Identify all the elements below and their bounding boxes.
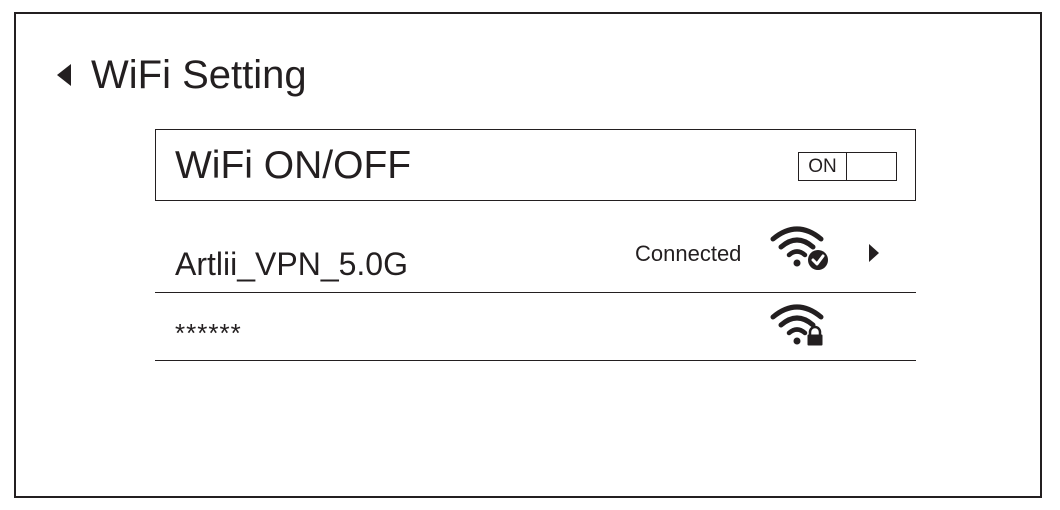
wifi-toggle-label: WiFi ON/OFF — [175, 144, 412, 187]
network-ssid: ****** — [175, 318, 242, 348]
back-arrow-icon — [55, 61, 77, 89]
wifi-connected-icon — [770, 224, 832, 270]
wifi-toggle-row: WiFi ON/OFF ON — [155, 129, 916, 201]
wifi-toggle-switch[interactable]: ON — [798, 152, 897, 181]
back-button[interactable]: WiFi Setting — [55, 50, 307, 100]
toggle-state-label: ON — [799, 153, 847, 180]
network-item-connected[interactable]: Artlii_VPN_5.0G Connected — [155, 222, 916, 293]
network-ssid: Artlii_VPN_5.0G — [175, 246, 408, 282]
wifi-locked-icon — [770, 302, 832, 348]
chevron-right-icon — [867, 242, 881, 264]
network-status: Connected — [635, 241, 742, 266]
page-title: WiFi Setting — [91, 53, 307, 97]
network-item-locked[interactable]: ****** — [155, 293, 916, 361]
toggle-off-area — [847, 153, 896, 180]
